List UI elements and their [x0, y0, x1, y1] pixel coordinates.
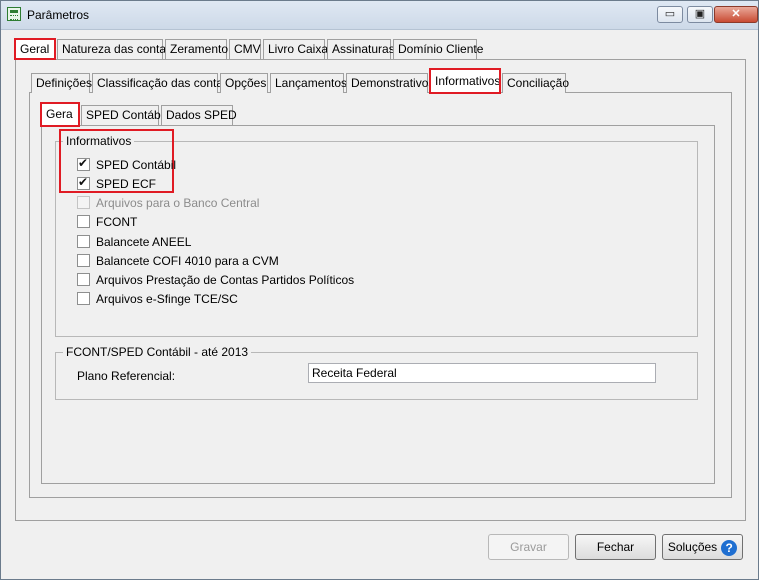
window-title: Parâmetros [27, 8, 90, 22]
tab-informativos[interactable]: Informativos [429, 68, 501, 94]
solucoes-button[interactable]: Soluções? [662, 534, 743, 560]
fechar-button[interactable]: Fechar [575, 534, 656, 560]
solucoes-label: Soluções [667, 540, 718, 554]
gravar-button[interactable]: Gravar [488, 534, 569, 560]
tab-classificacao-das-contas[interactable]: Classificação das contas [92, 73, 229, 93]
close-button[interactable]: ✕ [714, 6, 758, 23]
label-balancete-aneel: Balancete ANEEL [96, 235, 192, 249]
tab-opcoes[interactable]: Opções [220, 73, 268, 93]
checkbox-sped-ecf[interactable] [77, 175, 90, 190]
checkbox-arquivos-banco-central [77, 196, 90, 209]
tab-conciliacao[interactable]: Conciliação [502, 73, 569, 93]
checkbox-balancete-aneel[interactable] [77, 235, 90, 248]
plano-referencial-input[interactable]: Receita Federal [308, 363, 656, 383]
help-icon: ? [721, 539, 738, 556]
tab-sped-contabil[interactable]: SPED Contábil [81, 105, 166, 125]
label-prestacao-contas-partidos: Arquivos Prestação de Contas Partidos Po… [96, 273, 355, 287]
tab-dominio-cliente[interactable]: Domínio Cliente [393, 39, 483, 59]
tab-lancamentos[interactable]: Lançamentos [270, 73, 347, 93]
label-sped-contabil: SPED Contábil [96, 158, 177, 172]
checkbox-prestacao-contas-partidos[interactable] [77, 273, 90, 286]
maximize-button[interactable]: ▣ [687, 6, 713, 23]
label-e-sfinge: Arquivos e-Sfinge TCE/SC [96, 292, 238, 306]
title-bar: Parâmetros ▭ ▣ ✕ [1, 1, 758, 30]
checkbox-fcont[interactable] [77, 215, 90, 228]
plano-referencial-label: Plano Referencial: [77, 369, 176, 383]
checkbox-e-sfinge[interactable] [77, 292, 90, 305]
calculator-icon [7, 7, 21, 21]
tab-geral[interactable]: Geral [14, 38, 56, 60]
tab-zeramento[interactable]: Zeramento [165, 39, 228, 59]
fcont-legend: FCONT/SPED Contábil - até 2013 [63, 345, 252, 359]
label-arquivos-banco-central: Arquivos para o Banco Central [96, 196, 260, 210]
tab-assinaturas[interactable]: Assinaturas [327, 39, 395, 59]
tab-gera[interactable]: Gera [40, 102, 80, 127]
checkbox-sped-contabil[interactable] [77, 156, 90, 171]
label-fcont: FCONT [96, 215, 138, 229]
tab-livro-caixa[interactable]: Livro Caixa [263, 39, 328, 59]
tab-definicoes[interactable]: Definições [31, 73, 92, 93]
checkbox-balancete-cofi[interactable] [77, 254, 90, 267]
label-sped-ecf: SPED ECF [96, 177, 157, 191]
parametros-window: Parâmetros ▭ ▣ ✕ Geral Natureza das cont… [0, 0, 759, 580]
tab-cmv[interactable]: CMV [229, 39, 261, 59]
tab-natureza-das-contas[interactable]: Natureza das contas [57, 39, 172, 59]
minimize-button[interactable]: ▭ [657, 6, 683, 23]
tab-dados-sped[interactable]: Dados SPED [161, 105, 237, 125]
label-balancete-cofi: Balancete COFI 4010 para a CVM [96, 254, 279, 268]
tab-demonstrativos[interactable]: Demonstrativos [346, 73, 434, 93]
